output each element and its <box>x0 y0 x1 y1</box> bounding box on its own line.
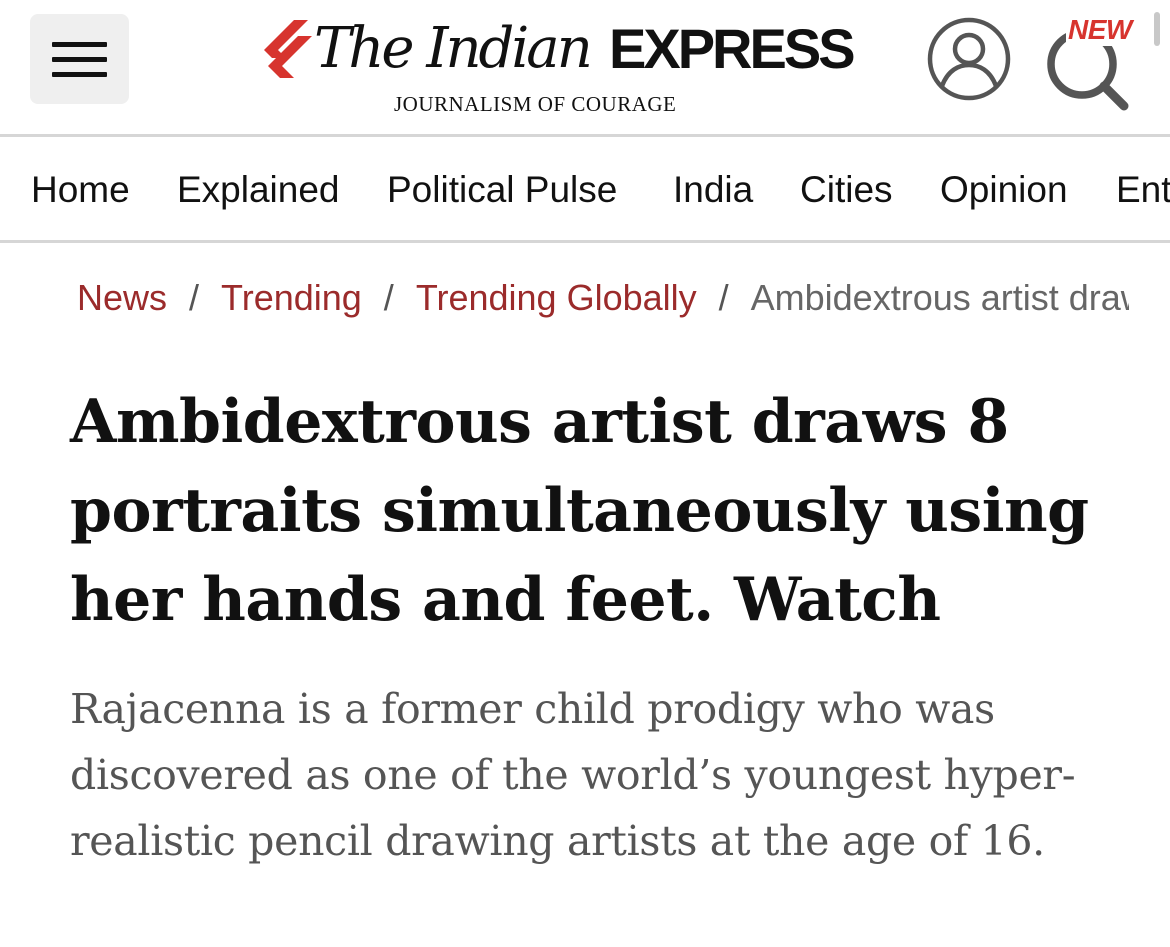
nav-item-political-pulse[interactable]: Political Pulse <box>387 166 617 214</box>
logo-wordmark-serif: The Indian <box>314 16 593 81</box>
profile-button[interactable] <box>926 16 1012 102</box>
breadcrumb-trending-globally[interactable]: Trending Globally <box>416 277 697 318</box>
new-badge: NEW <box>1066 14 1134 46</box>
menu-button[interactable] <box>30 14 129 104</box>
nav-item-explained[interactable]: Explained <box>177 166 340 214</box>
article-headline: Ambidextrous artist draws 8 portraits si… <box>70 387 1089 635</box>
site-header: The Indian EXPRESS JOURNALISM OF COURAGE… <box>0 0 1170 137</box>
nav-item-home[interactable]: Home <box>31 166 130 214</box>
site-logo[interactable]: The Indian EXPRESS JOURNALISM OF COURAGE <box>260 6 856 126</box>
nav-item-opinion[interactable]: Opinion <box>940 166 1068 214</box>
main-nav: Home Explained Political Pulse India Cit… <box>0 137 1170 243</box>
breadcrumb-current: Ambidextrous artist draws 8 portraits si… <box>750 277 1129 318</box>
breadcrumb: News / Trending / Trending Globally / Ambidext… <box>77 272 1129 328</box>
nav-item-entertainment[interactable]: Entertainment <box>1116 166 1170 214</box>
article-summary: Rajacenna is a former child prodigy who … <box>70 685 1076 865</box>
logo-tagline: JOURNALISM OF COURAGE <box>394 92 677 116</box>
breadcrumb-separator: / <box>718 277 729 318</box>
logo-mark-icon <box>264 20 312 78</box>
user-profile-icon <box>927 17 1011 101</box>
breadcrumb-separator: / <box>189 277 200 318</box>
breadcrumb-separator: / <box>383 277 394 318</box>
nav-item-cities[interactable]: Cities <box>800 166 893 214</box>
logo-wordmark-express: EXPRESS <box>609 17 856 80</box>
nav-item-india[interactable]: India <box>673 166 753 214</box>
scroll-indicator <box>1154 12 1160 46</box>
breadcrumb-news[interactable]: News <box>77 277 167 318</box>
breadcrumb-trending[interactable]: Trending <box>221 277 362 318</box>
